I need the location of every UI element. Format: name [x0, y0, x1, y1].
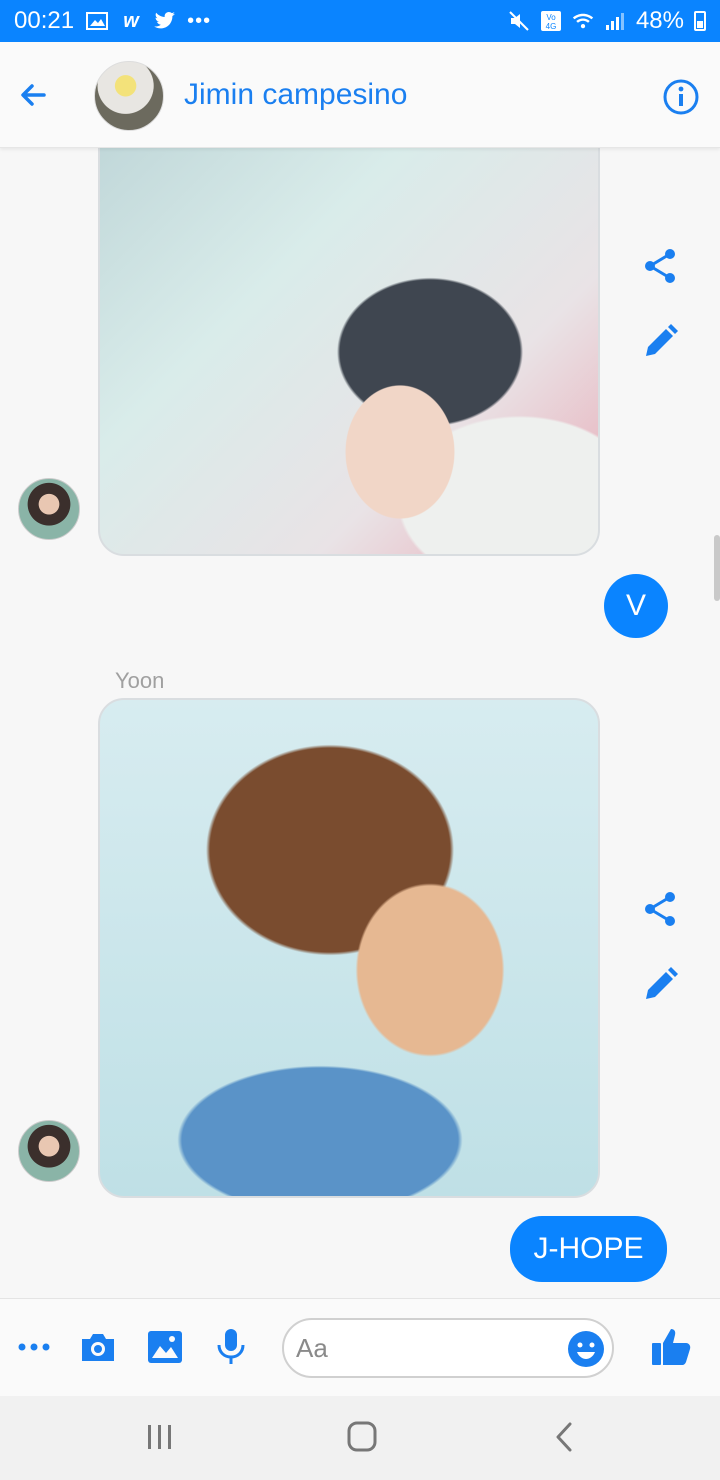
info-icon[interactable] — [662, 78, 700, 116]
sender-label: Yoon — [115, 668, 165, 693]
wifi-icon — [572, 10, 594, 32]
volte-4g-icon: Vo 4G — [540, 10, 562, 32]
svg-text:4G: 4G — [546, 22, 557, 31]
message-text: V — [625, 589, 646, 622]
messenger-screen: 00:21 w ••• Vo 4G 48% Jimin campesino V … — [0, 0, 720, 1480]
more-options-icon[interactable] — [14, 1327, 54, 1367]
battery-icon — [694, 11, 706, 31]
status-time: 00:21 — [14, 7, 75, 34]
edit-pencil-icon[interactable] — [640, 965, 680, 1005]
microphone-icon[interactable] — [211, 1327, 251, 1367]
message-bubble-v[interactable]: V — [604, 574, 668, 638]
mute-icon — [508, 10, 530, 32]
share-icon[interactable] — [640, 246, 680, 286]
more-dots-icon: ••• — [187, 9, 212, 32]
sender-avatar[interactable] — [18, 478, 80, 540]
back-icon[interactable] — [545, 1420, 585, 1454]
recents-icon[interactable] — [140, 1420, 180, 1454]
message-text: J-HOPE — [533, 1232, 644, 1265]
twitter-icon — [154, 10, 176, 32]
camera-icon[interactable] — [78, 1327, 118, 1367]
scroll-indicator[interactable] — [714, 535, 720, 601]
w-icon: w — [123, 9, 139, 32]
message-bubble-jhope[interactable]: J-HOPE — [510, 1216, 667, 1282]
battery-percent: 48% — [635, 7, 684, 34]
gallery-icon — [86, 10, 109, 32]
status-bar: 00:21 w ••• Vo 4G 48% — [0, 0, 720, 42]
gallery-icon[interactable] — [145, 1327, 185, 1367]
back-arrow-icon[interactable] — [14, 75, 54, 115]
shared-photo-jhope[interactable] — [98, 698, 600, 1198]
signal-icon — [604, 10, 626, 32]
like-thumbs-up-icon[interactable] — [650, 1325, 694, 1369]
status-right: Vo 4G 48% — [508, 7, 706, 35]
message-composer: Aa — [0, 1298, 720, 1396]
home-icon[interactable] — [342, 1420, 382, 1454]
message-placeholder: Aa — [296, 1333, 328, 1363]
system-navigation-bar — [0, 1396, 720, 1480]
emoji-icon[interactable] — [566, 1329, 606, 1369]
sender-avatar[interactable] — [18, 1120, 80, 1182]
share-icon[interactable] — [640, 889, 680, 929]
contact-name[interactable]: Jimin campesino — [184, 78, 407, 112]
chat-header: Jimin campesino — [0, 42, 720, 148]
status-left: 00:21 w ••• — [14, 7, 210, 35]
edit-pencil-icon[interactable] — [640, 322, 680, 362]
message-input[interactable]: Aa — [282, 1318, 614, 1378]
contact-avatar[interactable] — [94, 61, 164, 131]
svg-text:Vo: Vo — [546, 13, 556, 22]
shared-photo-v[interactable] — [98, 120, 600, 556]
